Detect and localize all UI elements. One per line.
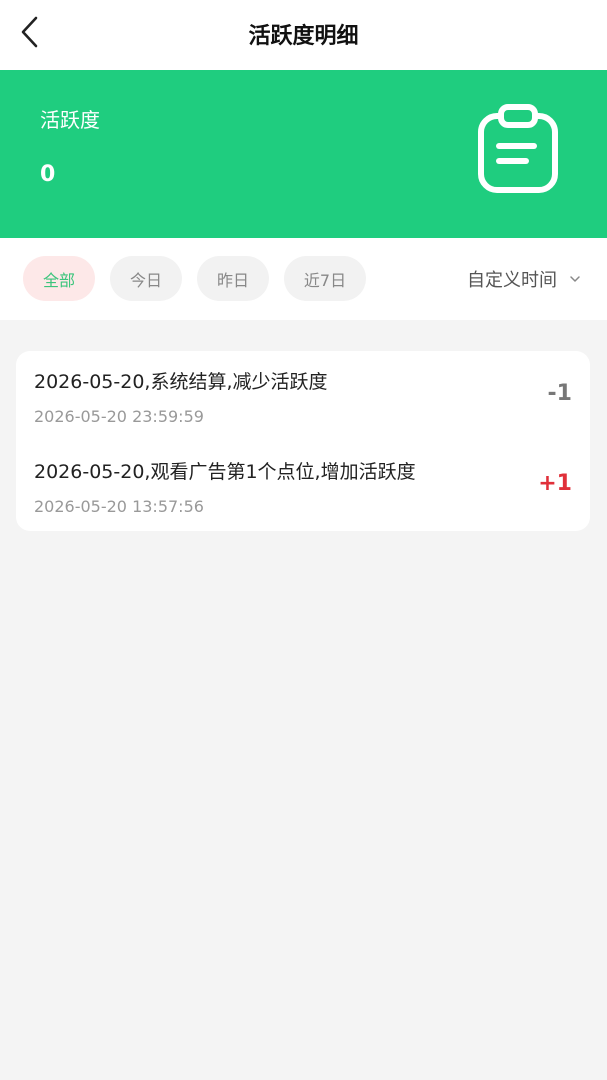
filter-chip-today[interactable]: 今日 [110, 256, 182, 301]
app-header: 活跃度明细 [0, 0, 607, 70]
records-card: 2026-05-20,系统结算,减少活跃度 2026-05-20 23:59:5… [16, 351, 590, 531]
chevron-down-icon [570, 275, 580, 282]
filter-bar: 全部 今日 昨日 近7日 自定义时间 [0, 238, 607, 320]
record-row: 2026-05-20,系统结算,减少活跃度 2026-05-20 23:59:5… [16, 351, 590, 441]
record-title: 2026-05-20,系统结算,减少活跃度 [34, 371, 328, 393]
activity-banner: 活跃度 0 [0, 70, 607, 238]
page-title: 活跃度明细 [248, 24, 359, 49]
filter-chip-7days[interactable]: 近7日 [284, 256, 366, 301]
activity-value: 0 [40, 162, 56, 187]
custom-time-selector[interactable]: 自定义时间 [467, 256, 581, 301]
record-row: 2026-05-20,观看广告第1个点位,增加活跃度 2026-05-20 13… [16, 441, 590, 531]
record-time: 2026-05-20 13:57:56 [34, 497, 204, 516]
clipboard-icon [478, 104, 558, 193]
custom-time-label: 自定义时间 [467, 269, 557, 291]
filter-chip-all[interactable]: 全部 [23, 256, 95, 301]
record-amount: +1 [538, 471, 572, 496]
record-amount: -1 [547, 381, 572, 406]
record-time: 2026-05-20 23:59:59 [34, 407, 204, 426]
record-title: 2026-05-20,观看广告第1个点位,增加活跃度 [34, 461, 416, 483]
filter-chip-yesterday[interactable]: 昨日 [197, 256, 269, 301]
activity-label: 活跃度 [40, 108, 100, 132]
